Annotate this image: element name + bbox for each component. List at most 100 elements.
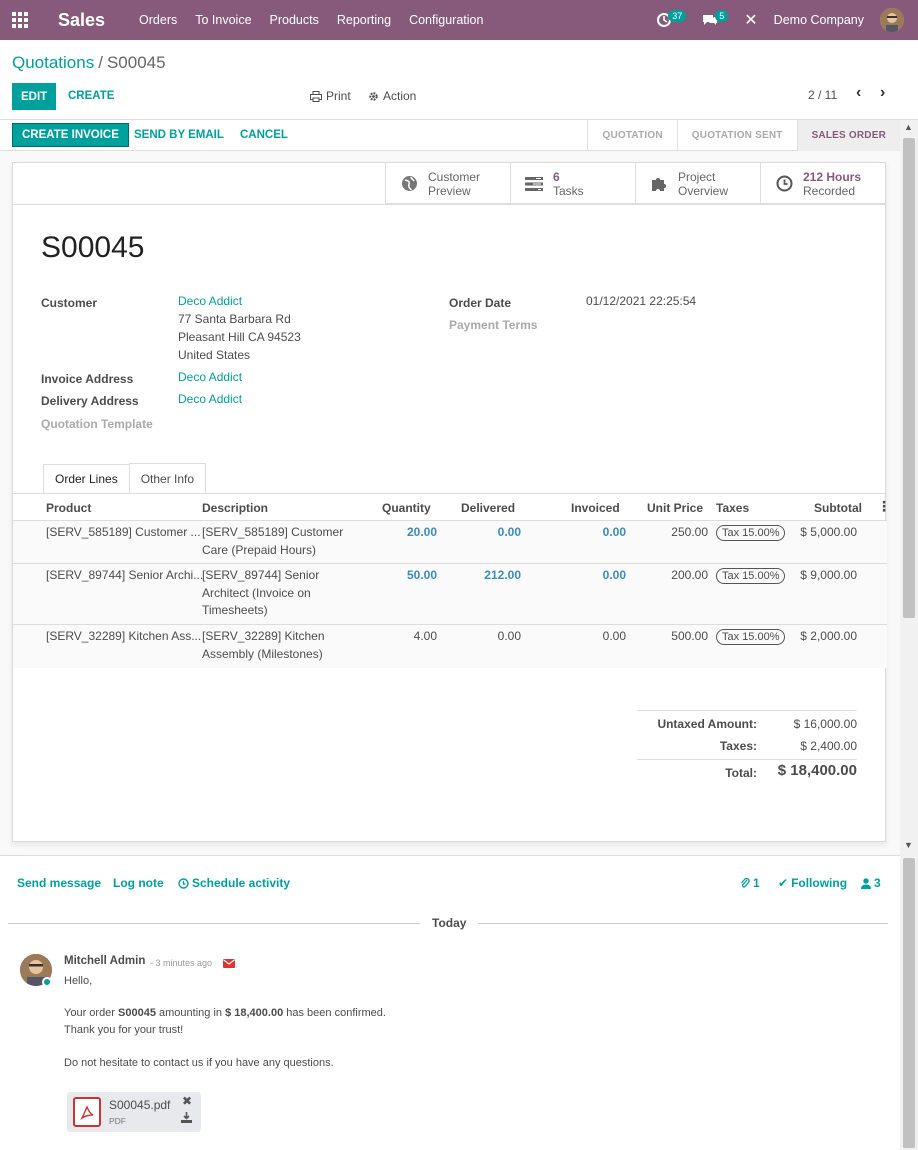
stage-quotation-sent[interactable]: QUOTATION SENT <box>676 120 797 151</box>
tasks-button[interactable]: 6 Tasks <box>510 163 635 204</box>
remove-attachment-icon[interactable]: ✖ <box>182 1094 192 1108</box>
row-subtotal: $ 9,000.00 <box>800 568 857 582</box>
order-date-value: 01/12/2021 22:25:54 <box>586 294 697 308</box>
attachment-card[interactable]: S00045.pdf PDF ✖ <box>67 1092 201 1132</box>
print-icon <box>310 90 322 102</box>
send-by-email-button[interactable]: SEND BY EMAIL <box>134 129 224 141</box>
form-sheet: Customer Preview 6 Tasks Project Overview 2… <box>12 162 891 842</box>
scrollbar[interactable]: ▲ ▼ <box>900 120 918 1150</box>
send-message-button[interactable]: Send message <box>17 876 101 890</box>
scrollbar-thumb[interactable] <box>903 138 915 618</box>
notebook-tabs: Order Lines Other Info <box>43 463 207 494</box>
print-dropdown[interactable]: Print <box>310 89 351 103</box>
optional-columns-icon[interactable]: ⋮ <box>877 498 891 515</box>
tax-tag: Tax 15.00% <box>716 568 786 584</box>
pager-next-icon[interactable]: › <box>880 84 885 102</box>
create-invoice-button[interactable]: CREATE INVOICE <box>12 123 129 147</box>
taxes-label: Taxes: <box>719 739 757 753</box>
stage-pipeline: QUOTATION QUOTATION SENT SALES ORDER <box>587 120 900 151</box>
stage-quotation[interactable]: QUOTATION <box>587 120 676 151</box>
col-unit-price[interactable]: Unit Price <box>647 501 703 515</box>
col-subtotal[interactable]: Subtotal <box>814 501 862 515</box>
table-row[interactable]: [SERV_32289] Kitchen Ass... [SERV_32289]… <box>13 625 887 668</box>
pager-previous-icon[interactable]: ‹ <box>856 84 861 102</box>
action-dropdown[interactable]: Action <box>368 89 416 103</box>
menu-orders[interactable]: Orders <box>139 13 177 27</box>
delivery-address-link[interactable]: Deco Addict <box>178 391 242 409</box>
print-label: Print <box>326 89 351 103</box>
menu-configuration[interactable]: Configuration <box>409 13 483 27</box>
envelope-icon[interactable] <box>223 957 235 971</box>
scroll-up-icon[interactable]: ▲ <box>904 122 913 132</box>
project-overview-button[interactable]: Project Overview <box>635 163 760 204</box>
tab-order-lines[interactable]: Order Lines <box>43 464 130 494</box>
apps-menu-icon[interactable] <box>0 0 40 40</box>
col-quantity[interactable]: Quantity <box>382 501 431 515</box>
followers-button[interactable]: 3 <box>861 876 881 890</box>
breadcrumb-quotations[interactable]: Quotations <box>12 53 94 72</box>
menu-products[interactable]: Products <box>270 13 319 27</box>
table-row[interactable]: [SERV_585189] Customer ... [SERV_585189]… <box>13 521 887 564</box>
customer-preview-button[interactable]: Customer Preview <box>385 163 510 204</box>
activity-badge: 37 <box>668 10 687 22</box>
log-note-button[interactable]: Log note <box>113 876 164 890</box>
top-navbar: Sales Orders To Invoice Products Reporti… <box>0 0 918 40</box>
form-view: CREATE INVOICE SEND BY EMAIL CANCEL QUOT… <box>0 120 900 855</box>
top-menu: Orders To Invoice Products Reporting Con… <box>139 13 483 27</box>
chatter-scrollbar-thumb[interactable] <box>903 858 915 1148</box>
col-description[interactable]: Description <box>202 501 268 515</box>
row-invoiced: 0.00 <box>602 568 626 582</box>
attachment-name: S00045.pdf <box>109 1098 171 1112</box>
following-button[interactable]: ✔ Following <box>778 876 847 890</box>
download-icon[interactable] <box>181 1112 192 1126</box>
company-switcher[interactable]: Demo Company <box>774 13 864 27</box>
cancel-button[interactable]: CANCEL <box>240 129 288 141</box>
customer-link[interactable]: Deco Addict <box>178 293 242 311</box>
menu-to-invoice[interactable]: To Invoice <box>195 13 251 27</box>
debug-tools-icon[interactable]: ✕ <box>744 10 757 30</box>
breadcrumb: Quotations / S00045 <box>12 53 166 73</box>
table-row[interactable]: [SERV_89744] Senior Archi... [SERV_89744… <box>13 564 887 625</box>
app-name[interactable]: Sales <box>58 10 105 31</box>
col-invoiced[interactable]: Invoiced <box>571 501 620 515</box>
menu-reporting[interactable]: Reporting <box>337 13 391 27</box>
message-greeting: Hello, <box>64 975 93 987</box>
attachments-button[interactable]: 1 <box>740 876 760 890</box>
row-description: [SERV_585189] Customer Care (Prepaid Hour… <box>202 525 344 557</box>
message-line-thanks: Thank you for your trust! <box>64 1024 184 1036</box>
message-badge: 5 <box>715 10 729 22</box>
customer-preview-line1: Customer <box>428 169 481 184</box>
payment-terms-label: Payment Terms <box>449 318 538 332</box>
row-product: [SERV_585189] Customer ... <box>46 525 201 539</box>
create-button[interactable]: CREATE <box>68 90 114 102</box>
pager-value[interactable]: 2 / 11 <box>808 88 837 102</box>
activity-menu[interactable]: 37 <box>657 10 687 27</box>
tasks-label: Tasks <box>553 183 584 198</box>
tax-tag: Tax 15.00% <box>716 525 786 541</box>
row-product: [SERV_32289] Kitchen Ass... <box>46 629 202 643</box>
stage-sales-order[interactable]: SALES ORDER <box>796 120 900 151</box>
check-icon: ✔ <box>778 876 789 890</box>
scroll-down-icon[interactable]: ▼ <box>904 840 913 850</box>
message-timestamp: - 3 minutes ago <box>150 958 213 968</box>
messaging-menu[interactable]: 5 <box>702 10 729 27</box>
invoice-address-link[interactable]: Deco Addict <box>178 369 242 387</box>
attachment-type: PDF <box>109 1116 126 1126</box>
col-product[interactable]: Product <box>46 501 91 515</box>
invoice-address-label: Invoice Address <box>41 372 134 386</box>
breadcrumb-current: S00045 <box>106 53 166 72</box>
user-avatar[interactable] <box>880 8 904 32</box>
row-delivered: 0.00 <box>497 525 521 539</box>
message-author[interactable]: Mitchell Admin <box>64 955 145 967</box>
hours-recorded-button[interactable]: 212 Hours Recorded <box>760 163 885 204</box>
tab-other-info[interactable]: Other Info <box>128 463 207 493</box>
project-overview-line2: Overview <box>678 183 729 198</box>
schedule-activity-button[interactable]: Schedule activity <box>178 876 290 890</box>
col-delivered[interactable]: Delivered <box>461 501 515 515</box>
col-taxes[interactable]: Taxes <box>716 501 749 515</box>
row-quantity: 50.00 <box>406 568 437 582</box>
edit-button[interactable]: EDIT <box>12 83 57 110</box>
row-description: [SERV_89744] Senior Architect (Invoice on… <box>202 568 320 617</box>
customer-address-street: 77 Santa Barbara Rd <box>178 312 291 326</box>
paperclip-icon <box>741 877 750 888</box>
